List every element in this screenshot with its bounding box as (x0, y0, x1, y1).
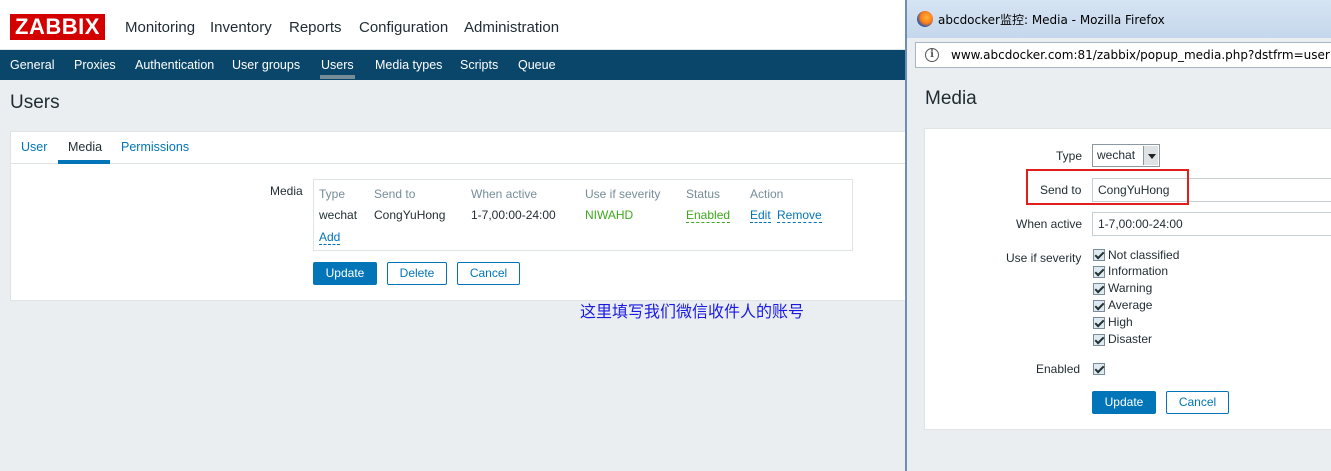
popup-titlebar: abcdocker监控: Media - Mozilla Firefox (907, 0, 1331, 38)
popup-update-button[interactable]: Update (1092, 391, 1156, 414)
checkbox-disaster[interactable] (1093, 334, 1105, 346)
col-header-status: Status (686, 187, 721, 201)
col-header-type: Type (319, 187, 346, 201)
col-header-action: Action (750, 187, 784, 201)
when-active-label: When active (1016, 217, 1083, 231)
checkbox-not-classified[interactable] (1093, 249, 1105, 261)
menu-configuration[interactable]: Configuration (359, 0, 448, 50)
checkbox-warning[interactable] (1093, 283, 1105, 295)
checkbox-information[interactable] (1093, 266, 1105, 278)
checkbox-average[interactable] (1093, 300, 1105, 312)
url-text[interactable]: www.abcdocker.com:81/zabbix/popup_media.… (951, 48, 1331, 62)
popup-cancel-button[interactable]: Cancel (1166, 391, 1229, 414)
zabbix-logo[interactable]: ZABBIX (10, 14, 105, 40)
delete-button[interactable]: Delete (387, 262, 447, 285)
remove-media-link[interactable]: Remove (777, 208, 822, 223)
cell-severity: NIWAHD (585, 208, 634, 222)
submenu-authentication[interactable]: Authentication (135, 50, 214, 80)
severity-disaster-label: Disaster (1108, 332, 1153, 346)
type-select[interactable]: wechat (1092, 144, 1160, 167)
severity-average-label: Average (1108, 298, 1153, 312)
tab-user[interactable]: User (21, 140, 47, 154)
menu-inventory[interactable]: Inventory (210, 0, 272, 50)
submenu-media-types[interactable]: Media types (375, 50, 442, 80)
submenu-general[interactable]: General (10, 50, 54, 80)
severity-high-label: High (1108, 315, 1133, 329)
col-header-severity: Use if severity (585, 187, 661, 201)
edit-media-link[interactable]: Edit (750, 208, 771, 223)
menu-reports[interactable]: Reports (289, 0, 342, 50)
info-icon[interactable]: i (925, 48, 939, 62)
severity-not-classified-label: Not classified (1108, 248, 1180, 262)
popup-heading: Media (925, 88, 977, 109)
submenu-user-groups[interactable]: User groups (232, 50, 300, 80)
tabs-divider (11, 163, 911, 164)
checkbox-high[interactable] (1093, 317, 1105, 329)
active-submenu-indicator (320, 75, 355, 79)
status-enabled-link[interactable]: Enabled (686, 208, 731, 223)
chevron-down-icon[interactable] (1143, 146, 1158, 165)
annotation-text: 这里填写我们微信收件人的账号 (580, 302, 805, 321)
tab-permissions[interactable]: Permissions (121, 140, 189, 154)
firefox-icon (917, 11, 933, 27)
submenu-scripts[interactable]: Scripts (460, 50, 498, 80)
add-media-link[interactable]: Add (319, 230, 341, 245)
cell-type: wechat (319, 208, 358, 222)
when-active-input[interactable]: 1-7,00:00-24:00 (1092, 212, 1331, 236)
cancel-button[interactable]: Cancel (457, 262, 520, 285)
media-field-label: Media (270, 184, 303, 198)
page-title: Users (10, 92, 60, 113)
cell-when-active: 1-7,00:00-24:00 (471, 208, 556, 222)
highlight-box (1026, 169, 1189, 205)
severity-information-label: Information (1108, 264, 1169, 278)
submenu-proxies[interactable]: Proxies (74, 50, 116, 80)
update-button[interactable]: Update (313, 262, 377, 285)
col-header-send-to: Send to (374, 187, 416, 201)
severity-warning-label: Warning (1108, 281, 1153, 295)
enabled-label: Enabled (1036, 362, 1081, 376)
severity-label: Use if severity (1006, 251, 1082, 265)
checkbox-enabled[interactable] (1093, 363, 1105, 375)
type-select-value: wechat (1097, 148, 1136, 162)
col-header-when-active: When active (471, 187, 538, 201)
tab-media[interactable]: Media (68, 140, 102, 154)
menu-administration[interactable]: Administration (464, 0, 559, 50)
menu-monitoring[interactable]: Monitoring (125, 0, 195, 50)
active-tab-indicator (58, 160, 110, 164)
cell-send-to: CongYuHong (374, 208, 446, 222)
submenu-queue[interactable]: Queue (518, 50, 556, 80)
type-label: Type (1056, 149, 1083, 163)
popup-window-title: abcdocker监控: Media - Mozilla Firefox (938, 13, 1165, 27)
url-bar[interactable]: i www.abcdocker.com:81/zabbix/popup_medi… (915, 42, 1331, 68)
